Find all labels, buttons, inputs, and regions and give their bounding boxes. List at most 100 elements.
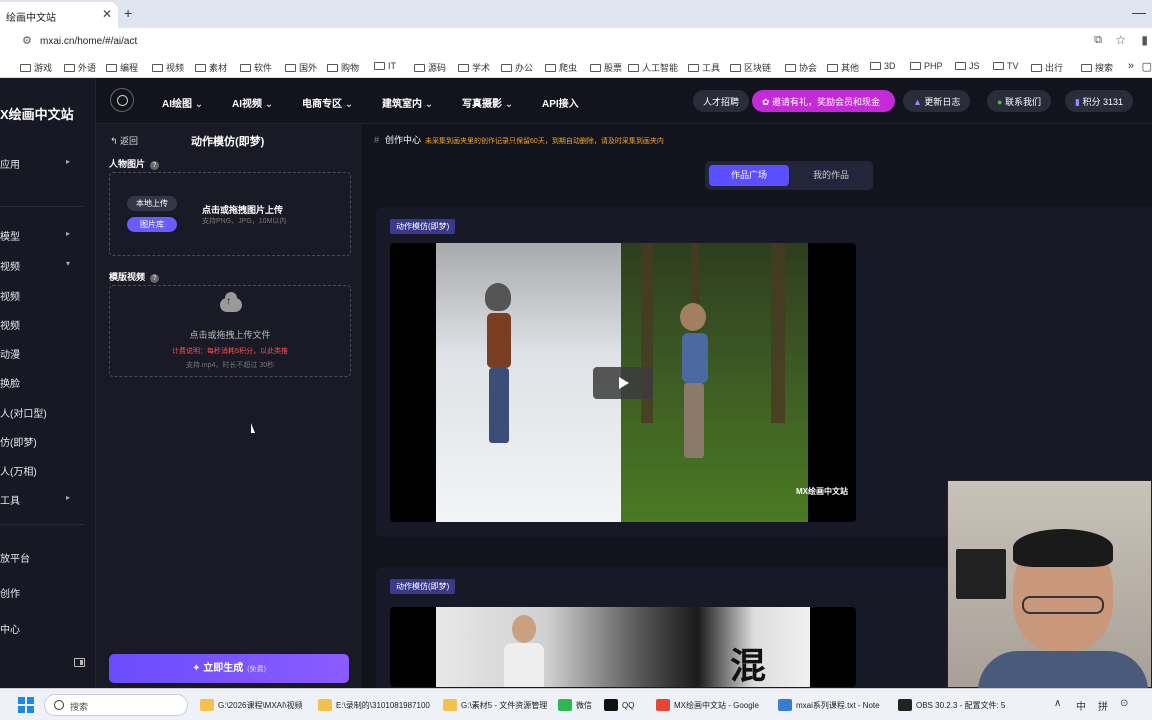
taskbar-app-7[interactable]: OBS 30.2.3 - 配置文件: 5 xyxy=(898,699,1005,711)
browser-tab[interactable]: 绘画中文站 ✕ xyxy=(0,2,118,28)
bookmark-label: JS xyxy=(969,61,980,71)
site-info-icon[interactable]: ⚙ xyxy=(22,34,32,47)
taskbar-app-0[interactable]: G:\2026课程\MXAI\视频 xyxy=(200,699,302,711)
video-player[interactable]: 混 xyxy=(390,607,856,687)
points-badge[interactable]: ▮ 积分 3131 xyxy=(1065,90,1133,112)
bookmark-14[interactable]: 人工智能 xyxy=(628,61,678,74)
tray-item-3[interactable]: ⊙ xyxy=(1120,698,1128,709)
sidebar-item-13[interactable]: 中心 xyxy=(0,621,20,636)
app-icon xyxy=(443,699,457,711)
tab-my-works[interactable]: 我的作品 xyxy=(791,165,871,186)
breadcrumb: # 创作中心 未采集到画夹里的创作记录只保留60天，到期自动删除，请及时采集到画夹内 xyxy=(374,133,664,146)
changelog-button[interactable]: ▲ 更新日志 xyxy=(903,90,971,112)
taskbar-app-2[interactable]: G:\素材5 - 文件资源管理 xyxy=(443,699,547,711)
sidebar-item-10[interactable]: 工具 xyxy=(0,492,20,507)
collapse-sidebar-icon[interactable] xyxy=(74,658,85,667)
nav-item-2[interactable]: 电商专区 ⌄ xyxy=(302,95,353,110)
menu-icon[interactable]: ▮ xyxy=(1141,33,1148,47)
sidebar-item-9[interactable]: 人(万相) xyxy=(0,463,37,478)
play-button[interactable] xyxy=(593,367,653,399)
bookmark-1[interactable]: 外语 xyxy=(64,61,96,74)
taskbar-app-5[interactable]: MX绘画中文站 - Google xyxy=(656,699,759,711)
sidebar-item-0[interactable]: 应用 xyxy=(0,156,20,171)
nav-item-4[interactable]: 写真摄影 ⌄ xyxy=(462,95,513,110)
bookmark-star-icon[interactable]: ☆ xyxy=(1115,33,1126,47)
contact-button[interactable]: ● 联系我们 xyxy=(987,90,1051,112)
gallery-button[interactable]: 图片库 xyxy=(127,217,177,232)
tab-plaza[interactable]: 作品广场 xyxy=(709,165,789,186)
nav-item-0[interactable]: AI绘图 ⌄ xyxy=(162,95,203,110)
help-icon[interactable]: ? xyxy=(150,274,160,283)
cast-icon[interactable]: ⧉ xyxy=(1094,34,1102,47)
video-upload-area[interactable]: 点击或拖拽上传文件 计费说明：每秒消耗5积分，以此类推 支持.mp4，时长不超过… xyxy=(109,285,351,377)
tray-item-1[interactable]: 中 xyxy=(1076,698,1086,713)
folder-icon xyxy=(955,62,966,70)
bookmark-2[interactable]: 编程 xyxy=(106,61,138,74)
sidebar-item-12[interactable]: 创作 xyxy=(0,585,20,600)
top-nav: 人才招聘 ✿ 邀请有礼，奖励会员和现金 ▲ 更新日志 ● 联系我们 ▮ 积分 3… xyxy=(96,78,1152,124)
sidebar-item-2[interactable]: 视频 xyxy=(0,258,20,273)
taskbar-search-input[interactable]: 搜索 xyxy=(44,694,188,716)
bookmark-24[interactable]: 搜索 xyxy=(1081,61,1113,74)
taskbar-app-label: QQ xyxy=(622,701,635,710)
panel-title: 动作模仿(即梦) xyxy=(191,136,265,148)
image-upload-area[interactable]: 本地上传 图片库 点击或拖拽图片上传 支持PNG、JPG，10M以内 xyxy=(109,172,351,256)
bookmark-16[interactable]: 区块链 xyxy=(730,61,771,74)
site-logo[interactable]: X绘画中文站 xyxy=(0,104,74,123)
sidebar-item-1[interactable]: 模型 xyxy=(0,228,20,243)
bookmark-5[interactable]: 软件 xyxy=(240,61,272,74)
close-icon[interactable]: ✕ xyxy=(102,7,112,21)
talent-button[interactable]: 人才招聘 xyxy=(693,90,750,112)
bookmark-15[interactable]: 工具 xyxy=(688,61,720,74)
bookmark-4[interactable]: 素材 xyxy=(195,61,227,74)
url-field[interactable]: mxai.cn/home/#/ai/act xyxy=(40,36,137,47)
bookmark-8[interactable]: IT xyxy=(374,61,396,71)
new-tab-button[interactable]: + xyxy=(124,5,132,21)
folder-icon xyxy=(730,64,741,72)
generate-button[interactable]: ✦ 立即生成 (免费) xyxy=(109,654,349,683)
bookmark-13[interactable]: 股票 xyxy=(590,61,622,74)
bookmark-10[interactable]: 学术 xyxy=(458,61,490,74)
bookmark-20[interactable]: PHP xyxy=(910,61,943,71)
bookmark-11[interactable]: 办公 xyxy=(501,61,533,74)
bookmark-9[interactable]: 源码 xyxy=(414,61,446,74)
bookmark-19[interactable]: 3D xyxy=(870,61,896,71)
bookmark-23[interactable]: 出行 xyxy=(1031,61,1063,74)
bookmark-7[interactable]: 购物 xyxy=(327,61,359,74)
sidebar-item-6[interactable]: 换脸 xyxy=(0,375,20,390)
minimize-icon[interactable]: — xyxy=(1132,4,1146,20)
sidebar-item-11[interactable]: 放平台 xyxy=(0,550,30,565)
search-icon[interactable] xyxy=(110,88,134,112)
sidebar-item-4[interactable]: 视频 xyxy=(0,317,20,332)
bookmark-folder-icon[interactable]: ▢ xyxy=(1142,60,1152,73)
bookmark-6[interactable]: 国外 xyxy=(285,61,317,74)
nav-item-5[interactable]: API接入 xyxy=(542,95,579,110)
taskbar-app-3[interactable]: 微信 xyxy=(558,699,592,711)
back-button[interactable]: ↰ 返回 xyxy=(110,134,138,147)
more-bookmarks-icon[interactable]: » xyxy=(1128,60,1134,72)
bookmark-17[interactable]: 协会 xyxy=(785,61,817,74)
bookmark-22[interactable]: TV xyxy=(993,61,1019,71)
video-player[interactable]: MX绘画中文站 xyxy=(390,243,856,522)
windows-start-icon[interactable] xyxy=(18,697,34,713)
invite-button[interactable]: ✿ 邀请有礼，奖励会员和现金 xyxy=(752,90,895,112)
bookmark-3[interactable]: 视频 xyxy=(152,61,184,74)
tray-item-0[interactable]: ∧ xyxy=(1054,698,1061,709)
tray-item-2[interactable]: 拼 xyxy=(1098,698,1108,713)
taskbar-app-6[interactable]: mxai系列课程.txt - Note xyxy=(778,699,880,711)
bookmark-12[interactable]: 爬虫 xyxy=(545,61,577,74)
bookmark-18[interactable]: 其他 xyxy=(827,61,859,74)
nav-item-1[interactable]: AI视频 ⌄ xyxy=(232,95,273,110)
chevron-right-icon: ▸ xyxy=(66,493,71,502)
nav-item-3[interactable]: 建筑室内 ⌄ xyxy=(382,95,433,110)
local-upload-button[interactable]: 本地上传 xyxy=(127,196,177,211)
taskbar-app-4[interactable]: QQ xyxy=(604,699,634,711)
bookmark-21[interactable]: JS xyxy=(955,61,980,71)
help-icon[interactable]: ? xyxy=(150,161,160,170)
taskbar-app-1[interactable]: E:\录制的\3101081987100 xyxy=(318,699,430,711)
sidebar-item-7[interactable]: 人(对口型) xyxy=(0,405,47,420)
sidebar-item-5[interactable]: 动漫 xyxy=(0,346,20,361)
sidebar-item-8[interactable]: 仿(即梦) xyxy=(0,434,37,449)
sidebar-item-3[interactable]: 视频 xyxy=(0,288,20,303)
bookmark-0[interactable]: 游戏 xyxy=(20,61,52,74)
